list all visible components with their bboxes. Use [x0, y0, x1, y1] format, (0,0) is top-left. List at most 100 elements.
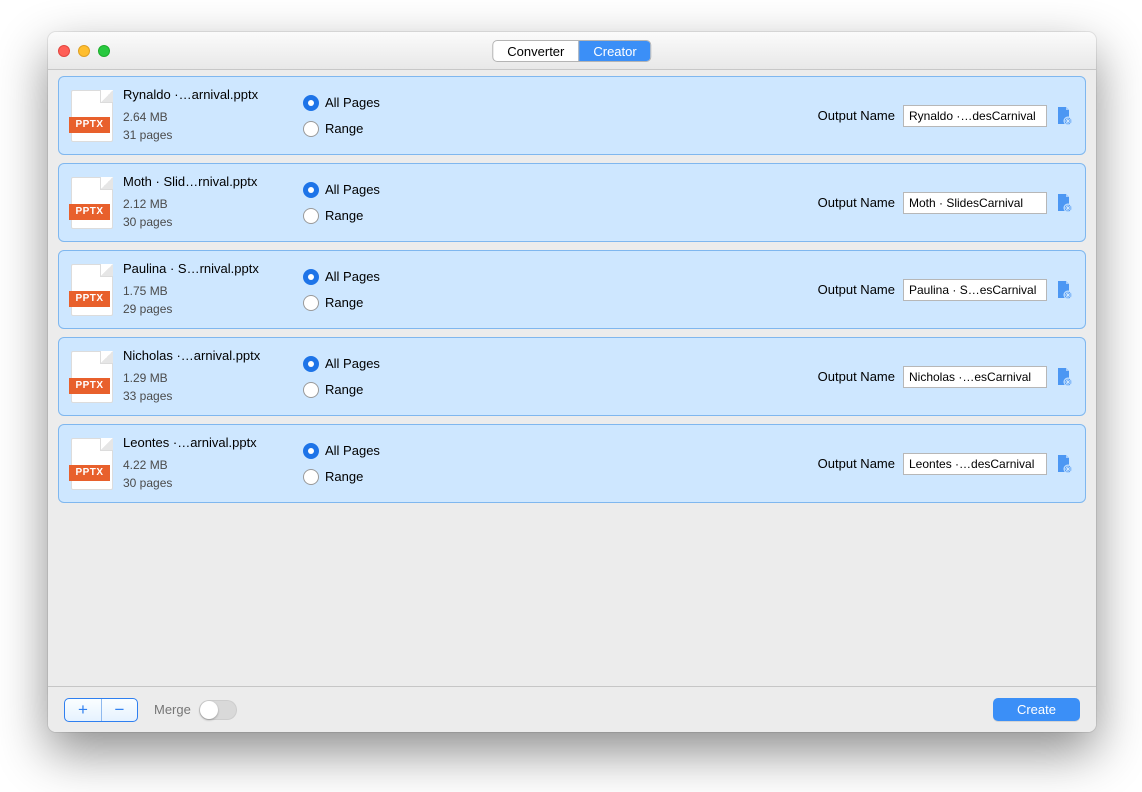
output-label: Output Name	[818, 369, 895, 384]
file-row[interactable]: PPTX Paulina · S…rnival.pptx 1.75 MB 29 …	[58, 250, 1086, 329]
file-row[interactable]: PPTX Moth · Slid…rnival.pptx 2.12 MB 30 …	[58, 163, 1086, 242]
file-meta: Rynaldo ·…arnival.pptx 2.64 MB 31 pages	[123, 87, 293, 144]
radio-dot-icon	[303, 182, 319, 198]
radio-all-pages[interactable]: All Pages	[303, 95, 473, 111]
toggle-knob	[200, 701, 218, 719]
file-size: 2.12 MB	[123, 195, 293, 213]
output-group: Output Name Leontes ·…desCarnival	[818, 453, 1073, 475]
window-controls	[58, 45, 110, 57]
file-badge: PPTX	[69, 378, 110, 394]
file-size: 1.29 MB	[123, 369, 293, 387]
page-range-group: All Pages Range	[303, 95, 473, 137]
file-pages: 29 pages	[123, 300, 293, 318]
merge-label: Merge	[154, 702, 191, 717]
pptx-file-icon: PPTX	[71, 351, 113, 403]
radio-label: All Pages	[325, 95, 380, 110]
page-range-group: All Pages Range	[303, 182, 473, 224]
radio-all-pages[interactable]: All Pages	[303, 269, 473, 285]
minimize-icon[interactable]	[78, 45, 90, 57]
output-group: Output Name Moth · SlidesCarnival	[818, 192, 1073, 214]
output-name-input[interactable]: Rynaldo ·…desCarnival	[903, 105, 1047, 127]
file-size: 4.22 MB	[123, 456, 293, 474]
file-name: Rynaldo ·…arnival.pptx	[123, 87, 293, 102]
file-name: Nicholas ·…arnival.pptx	[123, 348, 293, 363]
radio-label: Range	[325, 382, 363, 397]
file-meta: Nicholas ·…arnival.pptx 1.29 MB 33 pages	[123, 348, 293, 405]
file-badge: PPTX	[69, 291, 110, 307]
pptx-file-icon: PPTX	[71, 438, 113, 490]
radio-label: All Pages	[325, 443, 380, 458]
output-settings-icon[interactable]	[1055, 280, 1073, 300]
output-settings-icon[interactable]	[1055, 193, 1073, 213]
file-row[interactable]: PPTX Nicholas ·…arnival.pptx 1.29 MB 33 …	[58, 337, 1086, 416]
file-pages: 31 pages	[123, 126, 293, 144]
output-settings-icon[interactable]	[1055, 454, 1073, 474]
radio-range[interactable]: Range	[303, 295, 473, 311]
segment-creator[interactable]: Creator	[578, 41, 650, 61]
pptx-file-icon: PPTX	[71, 264, 113, 316]
file-row[interactable]: PPTX Leontes ·…arnival.pptx 4.22 MB 30 p…	[58, 424, 1086, 503]
radio-dot-icon	[303, 382, 319, 398]
file-pages: 30 pages	[123, 213, 293, 231]
output-name-input[interactable]: Leontes ·…desCarnival	[903, 453, 1047, 475]
radio-range[interactable]: Range	[303, 208, 473, 224]
radio-range[interactable]: Range	[303, 382, 473, 398]
app-window: Converter Creator PPTX Rynaldo ·…arnival…	[48, 32, 1096, 732]
create-button[interactable]: Create	[993, 698, 1080, 721]
file-pages: 30 pages	[123, 474, 293, 492]
file-name: Leontes ·…arnival.pptx	[123, 435, 293, 450]
page-range-group: All Pages Range	[303, 443, 473, 485]
file-meta: Moth · Slid…rnival.pptx 2.12 MB 30 pages	[123, 174, 293, 231]
output-name-input[interactable]: Paulina · S…esCarnival	[903, 279, 1047, 301]
output-group: Output Name Rynaldo ·…desCarnival	[818, 105, 1073, 127]
output-name-input[interactable]: Nicholas ·…esCarnival	[903, 366, 1047, 388]
file-name: Moth · Slid…rnival.pptx	[123, 174, 293, 189]
add-button[interactable]: +	[65, 699, 101, 721]
radio-label: All Pages	[325, 356, 380, 371]
merge-toggle[interactable]	[199, 700, 237, 720]
titlebar: Converter Creator	[48, 32, 1096, 70]
merge-control: Merge	[154, 700, 237, 720]
file-meta: Leontes ·…arnival.pptx 4.22 MB 30 pages	[123, 435, 293, 492]
output-label: Output Name	[818, 195, 895, 210]
pptx-file-icon: PPTX	[71, 90, 113, 142]
radio-dot-icon	[303, 95, 319, 111]
radio-dot-icon	[303, 208, 319, 224]
zoom-icon[interactable]	[98, 45, 110, 57]
radio-all-pages[interactable]: All Pages	[303, 356, 473, 372]
file-badge: PPTX	[69, 204, 110, 220]
output-label: Output Name	[818, 282, 895, 297]
file-meta: Paulina · S…rnival.pptx 1.75 MB 29 pages	[123, 261, 293, 318]
file-name: Paulina · S…rnival.pptx	[123, 261, 293, 276]
radio-label: All Pages	[325, 269, 380, 284]
pptx-file-icon: PPTX	[71, 177, 113, 229]
output-settings-icon[interactable]	[1055, 106, 1073, 126]
radio-range[interactable]: Range	[303, 469, 473, 485]
radio-label: All Pages	[325, 182, 380, 197]
file-size: 2.64 MB	[123, 108, 293, 126]
output-label: Output Name	[818, 456, 895, 471]
output-label: Output Name	[818, 108, 895, 123]
close-icon[interactable]	[58, 45, 70, 57]
radio-dot-icon	[303, 469, 319, 485]
radio-label: Range	[325, 121, 363, 136]
segment-converter[interactable]: Converter	[493, 41, 578, 61]
radio-label: Range	[325, 469, 363, 484]
radio-dot-icon	[303, 443, 319, 459]
footer: + − Merge Create	[48, 686, 1096, 732]
file-list: PPTX Rynaldo ·…arnival.pptx 2.64 MB 31 p…	[48, 70, 1096, 686]
file-size: 1.75 MB	[123, 282, 293, 300]
mode-segmented-control[interactable]: Converter Creator	[492, 40, 651, 62]
radio-label: Range	[325, 295, 363, 310]
radio-all-pages[interactable]: All Pages	[303, 443, 473, 459]
radio-range[interactable]: Range	[303, 121, 473, 137]
radio-dot-icon	[303, 121, 319, 137]
remove-button[interactable]: −	[101, 699, 137, 721]
radio-dot-icon	[303, 295, 319, 311]
radio-all-pages[interactable]: All Pages	[303, 182, 473, 198]
file-row[interactable]: PPTX Rynaldo ·…arnival.pptx 2.64 MB 31 p…	[58, 76, 1086, 155]
output-settings-icon[interactable]	[1055, 367, 1073, 387]
output-group: Output Name Paulina · S…esCarnival	[818, 279, 1073, 301]
radio-label: Range	[325, 208, 363, 223]
output-name-input[interactable]: Moth · SlidesCarnival	[903, 192, 1047, 214]
